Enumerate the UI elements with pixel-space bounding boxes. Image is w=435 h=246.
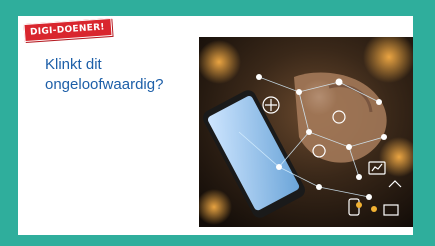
- headline-line-1: Klinkt dit: [45, 56, 102, 73]
- digital-network-photo: [199, 37, 413, 227]
- slide-headline: Klinkt dit ongeloofwaardig?: [45, 55, 195, 95]
- headline-line-2: ongeloofwaardig?: [45, 76, 164, 93]
- slide-card: DIGI-DOENER! Klinkt dit ongeloofwaardig?: [18, 16, 413, 235]
- digi-doener-badge: DIGI-DOENER!: [23, 17, 113, 43]
